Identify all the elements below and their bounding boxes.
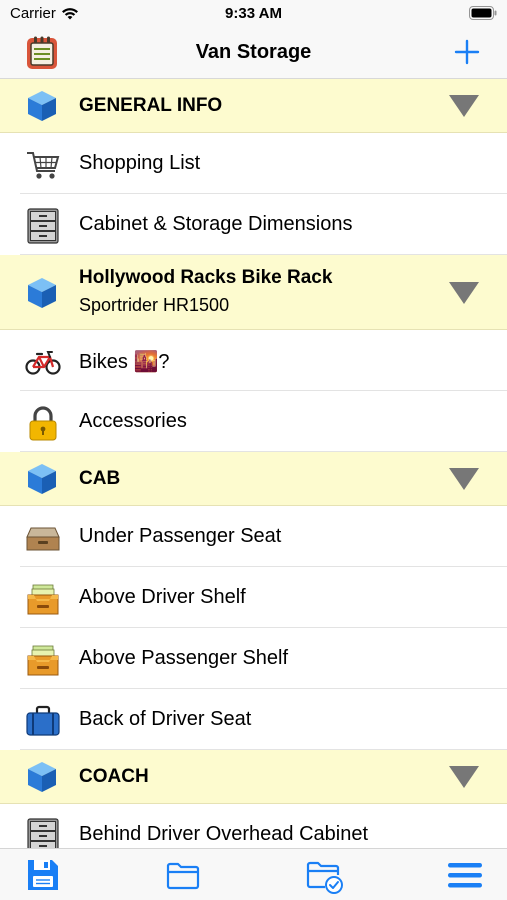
bicycle-icon	[25, 351, 61, 375]
tab-bar	[0, 848, 507, 900]
list-item-label: Shopping List	[79, 152, 201, 174]
battery-icon	[469, 6, 497, 25]
list-item-label: Cabinet & Storage Dimensions	[79, 213, 353, 235]
list-item-label: Back of Driver Seat	[79, 708, 252, 730]
section-header-cab[interactable]: CAB	[0, 452, 507, 506]
drawer-icon	[26, 527, 60, 551]
section-header-bike-rack[interactable]: Hollywood Racks Bike Rack Sportrider HR1…	[0, 255, 507, 330]
file-cabinet-icon	[27, 208, 59, 244]
list-item-label: Behind Driver Overhead Cabinet	[79, 823, 369, 845]
cube-icon	[28, 91, 56, 121]
list-item[interactable]: Shopping List	[0, 133, 507, 194]
list-item[interactable]: Under Passenger Seat	[0, 506, 507, 567]
list-item-label: Bikes 🌇?	[79, 351, 170, 373]
list-item[interactable]: Accessories	[0, 391, 507, 452]
list-item[interactable]: Behind Driver Overhead Cabinet	[0, 804, 507, 848]
storage-list[interactable]: GENERAL INFO Shopping List Cabinet & Sto…	[0, 79, 507, 848]
list-item-label: Above Driver Shelf	[79, 586, 246, 608]
plus-icon	[454, 39, 480, 65]
save-icon	[28, 860, 58, 890]
status-bar: Carrier 9:33 AM	[0, 0, 507, 28]
briefcase-icon	[26, 705, 60, 736]
folder-icon	[166, 862, 200, 890]
list-item[interactable]: Cabinet & Storage Dimensions	[0, 194, 507, 255]
list-item[interactable]: Above Driver Shelf	[0, 567, 507, 628]
section-header-coach[interactable]: COACH	[0, 750, 507, 804]
list-item-label: Accessories	[79, 410, 187, 432]
collapse-triangle-icon[interactable]	[448, 94, 480, 118]
file-cabinet-icon	[27, 818, 59, 848]
collapse-triangle-icon[interactable]	[448, 467, 480, 491]
file-tray-icon	[27, 645, 59, 676]
cube-icon	[28, 762, 56, 792]
section-title: COACH	[79, 766, 149, 787]
menu-icon	[448, 863, 482, 888]
section-title: GENERAL INFO	[79, 95, 223, 116]
save-button[interactable]	[25, 857, 61, 898]
navigation-bar: Van Storage	[0, 28, 507, 79]
list-item[interactable]: Above Passenger Shelf	[0, 628, 507, 689]
menu-button[interactable]	[447, 857, 483, 898]
open-folder-button[interactable]	[165, 857, 201, 898]
section-title: CAB	[79, 468, 121, 489]
status-time: 9:33 AM	[225, 5, 282, 22]
lock-icon	[29, 406, 57, 441]
list-item-label: Under Passenger Seat	[79, 525, 282, 547]
shopping-cart-icon	[27, 152, 60, 179]
cube-icon	[28, 464, 56, 494]
list-item[interactable]: Bikes 🌇?	[0, 330, 507, 391]
folder-check-icon	[306, 861, 343, 894]
page-title: Van Storage	[195, 41, 312, 63]
list-item-label: Above Passenger Shelf	[79, 647, 289, 669]
collapse-triangle-icon[interactable]	[448, 281, 480, 305]
add-button[interactable]	[453, 38, 481, 71]
list-item[interactable]: Back of Driver Seat	[0, 689, 507, 750]
file-tray-icon	[27, 584, 59, 615]
cube-icon	[28, 278, 56, 308]
section-title: Hollywood Racks Bike Rack	[79, 267, 333, 288]
folder-check-button[interactable]	[305, 857, 345, 900]
collapse-triangle-icon[interactable]	[448, 765, 480, 789]
section-subtitle: Sportrider HR1500	[79, 295, 230, 315]
section-header-general-info[interactable]: GENERAL INFO	[0, 79, 507, 133]
